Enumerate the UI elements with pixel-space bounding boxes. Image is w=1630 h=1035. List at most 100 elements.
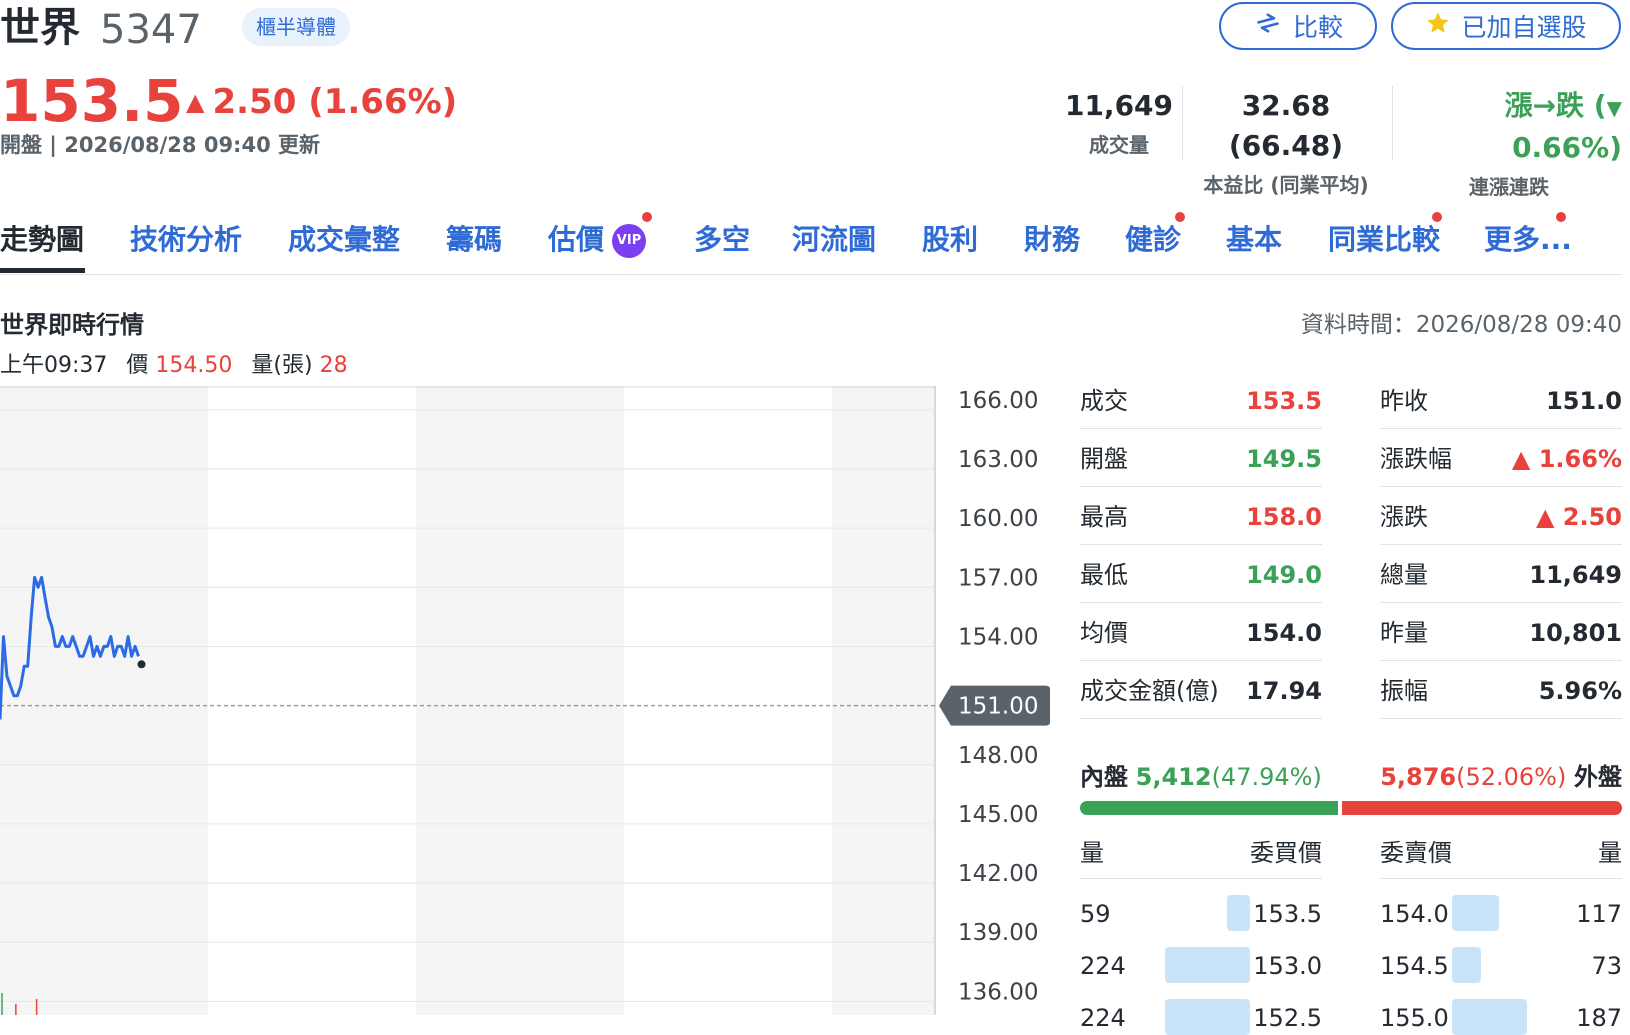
intraday-chart[interactable]: 151.00 166.00 163.00 160.00 157.00 154.00 148… bbox=[0, 386, 1050, 1015]
y-tick-label: 163.00 bbox=[958, 447, 1038, 473]
down-arrow-icon: ▼ bbox=[1606, 96, 1622, 120]
quote-value: 17.94 bbox=[1246, 677, 1322, 705]
industry-badge[interactable]: 櫃半導體 bbox=[242, 8, 350, 46]
streak-prefix: 漲→跌 ( bbox=[1504, 89, 1607, 122]
bid-qty: 59 bbox=[1080, 900, 1111, 928]
quote-label: 最高 bbox=[1080, 503, 1128, 531]
streak-value: 漲→跌 (▼ 0.66%) bbox=[1396, 86, 1622, 168]
volume-value: 11,649 bbox=[1064, 89, 1174, 122]
divider bbox=[1080, 602, 1322, 603]
hover-time: 上午09:37 bbox=[0, 353, 108, 378]
up-arrow-icon: ▲ bbox=[186, 88, 205, 116]
tab-basic[interactable]: 基本 bbox=[1226, 220, 1282, 260]
y-tick-label: 157.00 bbox=[958, 565, 1038, 591]
bid-price-header: 委買價 bbox=[1250, 839, 1322, 867]
y-tick-label: 160.00 bbox=[958, 506, 1038, 532]
tab-dividend[interactable]: 股利 bbox=[922, 220, 978, 260]
divider bbox=[1380, 878, 1622, 879]
tab-financial[interactable]: 財務 bbox=[1024, 220, 1080, 260]
tab-valuation-label: 估價 bbox=[548, 223, 605, 256]
inner-volume-bar bbox=[1080, 801, 1338, 815]
tab-more[interactable]: 更多... bbox=[1484, 220, 1572, 260]
chart-band bbox=[208, 386, 416, 1015]
data-time: 資料時間：2026/08/28 09:40 bbox=[1300, 312, 1622, 338]
streak-stat: 漲→跌 (▼ 0.66%) 連漲連跌 bbox=[1396, 86, 1622, 202]
chart-band bbox=[416, 386, 624, 1015]
quote-label: 昨量 bbox=[1380, 619, 1428, 647]
tab-bar: 走勢圖 技術分析 成交彙整 籌碼 估價 VIP 多空 河流圖 股利 財務 健診 基… bbox=[0, 212, 1622, 275]
divider bbox=[1080, 660, 1322, 661]
tab-valuation[interactable]: 估價 VIP bbox=[548, 220, 647, 260]
tab-technical[interactable]: 技術分析 bbox=[130, 220, 242, 260]
active-tab-indicator bbox=[0, 268, 85, 273]
divider bbox=[1380, 602, 1622, 603]
hover-price-label: 價 bbox=[126, 353, 149, 378]
ask-price: 155.0 bbox=[1380, 1004, 1449, 1032]
outer-volume: 5,876(52.06%) 外盤 bbox=[1380, 760, 1622, 794]
hover-price: 154.50 bbox=[155, 353, 233, 378]
tab-long-short[interactable]: 多空 bbox=[694, 220, 750, 260]
bid-qty: 224 bbox=[1080, 952, 1126, 980]
divider bbox=[1080, 718, 1322, 719]
bid-price: 153.5 bbox=[1253, 900, 1322, 928]
compare-button[interactable]: 比較 bbox=[1219, 2, 1377, 50]
pe-stat: 32.68 (66.48) 本益比 (同業平均) bbox=[1186, 86, 1386, 200]
tab-peer-compare[interactable]: 同業比較 bbox=[1328, 220, 1440, 260]
divider bbox=[1392, 86, 1393, 160]
divider bbox=[1380, 660, 1622, 661]
divider bbox=[1080, 878, 1322, 879]
y-tick-label: 139.00 bbox=[958, 920, 1038, 946]
divider bbox=[1080, 544, 1322, 545]
tab-health-check[interactable]: 健診 bbox=[1125, 220, 1181, 260]
divider bbox=[1182, 86, 1183, 160]
price-change: ▲ 2.50 (1.66%) bbox=[186, 80, 457, 124]
y-tick-label: 166.00 bbox=[958, 388, 1038, 414]
ask-depth-bar bbox=[1452, 947, 1481, 983]
hover-volume-label: 量(張) bbox=[251, 353, 313, 378]
hover-volume: 28 bbox=[319, 353, 348, 378]
notification-dot bbox=[1556, 212, 1566, 222]
watchlist-label: 已加自選股 bbox=[1461, 13, 1587, 42]
bid-price: 152.5 bbox=[1253, 1004, 1322, 1032]
quote-value: 154.0 bbox=[1246, 619, 1322, 647]
quote-label: 成交 bbox=[1080, 387, 1128, 415]
tab-river-chart[interactable]: 河流圖 bbox=[792, 220, 876, 260]
quote-label: 開盤 bbox=[1080, 445, 1128, 473]
volume-stat: 11,649 成交量 bbox=[1064, 86, 1174, 160]
notification-dot bbox=[1175, 212, 1185, 222]
quote-value: 149.0 bbox=[1246, 561, 1322, 589]
watchlist-button[interactable]: 已加自選股 bbox=[1391, 2, 1621, 50]
bid-qty: 224 bbox=[1080, 1004, 1126, 1032]
quote-label: 振幅 bbox=[1380, 677, 1428, 705]
y-tick-label: 148.00 bbox=[958, 743, 1038, 769]
tab-trend[interactable]: 走勢圖 bbox=[0, 220, 84, 260]
quote-label: 漲跌 bbox=[1380, 503, 1428, 531]
inner-pct: (47.94%) bbox=[1211, 763, 1322, 791]
ask-qty-header: 量 bbox=[1598, 839, 1622, 867]
tab-chips[interactable]: 籌碼 bbox=[446, 220, 502, 260]
quote-value: 149.5 bbox=[1246, 445, 1322, 473]
section-title: 世界即時行情 bbox=[0, 311, 144, 339]
quote-value: 10,801 bbox=[1529, 619, 1622, 647]
quote-value: 11,649 bbox=[1529, 561, 1622, 589]
current-price: 153.5 bbox=[0, 67, 184, 135]
notification-dot bbox=[642, 212, 652, 222]
bid-price: 153.0 bbox=[1253, 952, 1322, 980]
hover-info: 上午09:37 價 154.50 量(張) 28 bbox=[0, 350, 348, 382]
ask-price: 154.5 bbox=[1380, 952, 1449, 980]
inner-volume: 內盤 5,412(47.94%) bbox=[1080, 760, 1322, 794]
update-status: 開盤 | 2026/08/28 09:40 更新 bbox=[0, 133, 320, 157]
quote-value: 5.96% bbox=[1538, 677, 1622, 705]
tab-volume-summary[interactable]: 成交彙整 bbox=[288, 220, 400, 260]
quote-value: ▲ 2.50 bbox=[1535, 503, 1622, 531]
bid-qty-header: 量 bbox=[1080, 839, 1104, 867]
quote-label: 總量 bbox=[1380, 561, 1428, 589]
divider bbox=[1080, 486, 1322, 487]
pe-label: 本益比 (同業平均) bbox=[1203, 173, 1369, 197]
divider bbox=[1380, 718, 1622, 719]
notification-dot bbox=[1432, 212, 1442, 222]
pe-value: 32.68 (66.48) bbox=[1228, 89, 1344, 162]
ask-price-header: 委賣價 bbox=[1380, 839, 1452, 867]
reference-label: 151.00 bbox=[958, 694, 1038, 720]
stock-code: 5347 bbox=[100, 7, 202, 53]
